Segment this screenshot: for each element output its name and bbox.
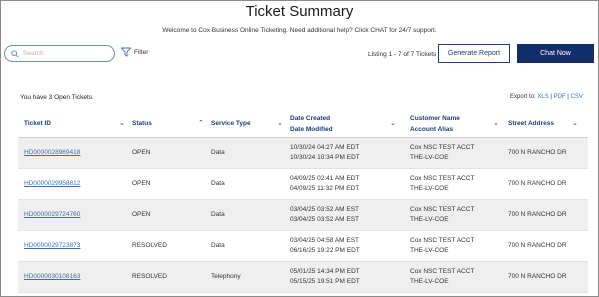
date-cell: 04/09/25 02:41 AM EDT 04/09/25 11:32 PM …: [290, 174, 359, 194]
table-row: HD0000029724760 OPEN Data 03/04/25 03:52…: [18, 200, 588, 231]
date-created-value: 10/30/24 04:27 AM EDT: [290, 144, 360, 151]
column-ticket-id-label: Ticket ID: [24, 120, 51, 127]
customer-name-value: Cox NSC TEST ACCT: [410, 237, 475, 244]
table-row: HD0000030108163 RESOLVED Telephony 05/01…: [18, 262, 588, 293]
search-box[interactable]: [4, 45, 115, 62]
customer-cell: Cox NSC TEST ACCT THE-LV-COE: [410, 236, 474, 256]
date-modified-value: 05/15/25 19:51 PM EDT: [290, 278, 360, 285]
status-cell: OPEN: [132, 180, 151, 187]
ticket-id-link[interactable]: HD0000029724760: [24, 210, 80, 220]
street-address-cell: 700 N RANCHO DR: [508, 211, 567, 218]
customer-name-value: Cox NSC TEST ACCT: [410, 206, 475, 213]
export-csv-link[interactable]: CSV: [571, 94, 583, 100]
filter-icon: [121, 47, 131, 57]
filter-button[interactable]: Filter: [121, 47, 148, 57]
ticket-id-link[interactable]: HD0000028969418: [24, 148, 80, 158]
date-modified-value: 10/30/24 10:34 PM EDT: [290, 154, 360, 161]
date-created-value: 05/01/25 14:34 PM EDT: [290, 268, 360, 275]
search-icon: [11, 49, 19, 58]
street-address-cell: 700 N RANCHO DR: [508, 273, 567, 280]
export-xls-link[interactable]: XLS: [537, 94, 548, 100]
street-address-cell: 700 N RANCHO DR: [508, 149, 567, 156]
listing-count: Listing 1 - 7 of 7 Tickets: [368, 51, 437, 58]
table-row: HD0000028969418 OPEN Data 10/30/24 04:27…: [18, 138, 588, 169]
chevron-up-icon[interactable]: ⌃: [198, 118, 204, 129]
account-alias-value: THE-LV-COE: [410, 247, 449, 254]
column-date-modified-label: Date Modified: [290, 126, 333, 133]
chat-now-button[interactable]: Chat Now: [517, 44, 594, 63]
column-street-address-label: Street Address: [508, 120, 554, 127]
customer-cell: Cox NSC TEST ACCT THE-LV-COE: [410, 205, 474, 225]
date-cell: 10/30/24 04:27 AM EDT 10/30/24 10:34 PM …: [290, 143, 360, 163]
ticket-id-link[interactable]: HD0000029723873: [24, 241, 80, 251]
generate-report-button[interactable]: Generate Report: [438, 44, 510, 63]
date-cell: 03/04/25 04:58 AM EST 06/16/25 19:22 PM …: [290, 236, 360, 256]
status-cell: OPEN: [132, 149, 151, 156]
export-separator: |: [550, 94, 552, 100]
date-cell: 03/04/25 03:52 AM EST 03/04/25 03:52 AM …: [290, 205, 359, 225]
search-input[interactable]: [23, 50, 113, 57]
status-cell: RESOLVED: [132, 242, 167, 249]
service-type-cell: Data: [211, 211, 225, 218]
ticket-id-link[interactable]: HD0000029958812: [24, 179, 80, 189]
date-created-value: 04/09/25 02:41 AM EDT: [290, 175, 360, 182]
chevron-down-icon[interactable]: ⌄: [572, 118, 578, 129]
account-alias-value: THE-LV-COE: [410, 154, 449, 161]
welcome-message: Welcome to Cox Business Online Ticketing…: [162, 27, 437, 34]
open-ticket-count: You have 3 Open Tickets.: [20, 94, 94, 101]
column-service-type-label: Service Type: [211, 120, 251, 127]
customer-name-value: Cox NSC TEST ACCT: [410, 144, 475, 151]
date-modified-value: 06/16/25 19:22 PM EDT: [290, 247, 360, 254]
service-type-cell: Telephony: [211, 273, 241, 280]
chevron-down-icon[interactable]: ⌄: [277, 118, 283, 129]
status-cell: RESOLVED: [132, 273, 167, 280]
column-status[interactable]: Status ⌃: [132, 118, 204, 129]
date-cell: 05/01/25 14:34 PM EDT 05/15/25 19:51 PM …: [290, 267, 360, 287]
column-customer-name-label: Customer Name: [410, 115, 460, 122]
ticket-table: Ticket ID ⌄ Status ⌃ Service Type ⌄ Date…: [18, 109, 588, 293]
column-account-alias-label: Account Alias: [410, 126, 454, 133]
date-created-value: 03/04/25 04:58 AM EST: [290, 237, 360, 244]
column-customer[interactable]: Customer Name Account Alias ⌄: [410, 113, 499, 135]
table-row: HD0000029723873 RESOLVED Data 03/04/25 0…: [18, 231, 588, 262]
account-alias-value: THE-LV-COE: [410, 278, 449, 285]
ticket-id-link[interactable]: HD0000030108163: [24, 272, 80, 282]
column-date[interactable]: Date Created Date Modified ⌄: [290, 113, 396, 135]
chevron-down-icon[interactable]: ⌄: [390, 118, 396, 129]
filter-label: Filter: [134, 48, 149, 56]
service-type-cell: Data: [211, 149, 225, 156]
account-alias-value: THE-LV-COE: [410, 216, 449, 223]
customer-cell: Cox NSC TEST ACCT THE-LV-COE: [410, 267, 474, 287]
column-ticket-id[interactable]: Ticket ID ⌄: [24, 118, 125, 129]
chevron-down-icon[interactable]: ⌄: [493, 118, 499, 129]
export-pdf-link[interactable]: PDF: [554, 94, 566, 100]
column-date-created-label: Date Created: [290, 115, 331, 122]
page-title: Ticket Summary: [245, 3, 354, 20]
customer-cell: Cox NSC TEST ACCT THE-LV-COE: [410, 174, 474, 194]
date-modified-value: 04/09/25 11:32 PM EDT: [290, 185, 360, 192]
status-cell: OPEN: [132, 211, 151, 218]
account-alias-value: THE-LV-COE: [410, 185, 449, 192]
date-modified-value: 03/04/25 03:52 AM EST: [290, 216, 360, 223]
export-separator: |: [567, 94, 569, 100]
street-address-cell: 700 N RANCHO DR: [508, 242, 567, 249]
chevron-down-icon[interactable]: ⌄: [119, 118, 125, 129]
customer-name-value: Cox NSC TEST ACCT: [410, 175, 475, 182]
table-row: HD0000029958812 OPEN Data 04/09/25 02:41…: [18, 169, 588, 200]
export-label: Export to:: [510, 94, 536, 100]
customer-cell: Cox NSC TEST ACCT THE-LV-COE: [410, 143, 474, 163]
column-status-label: Status: [132, 120, 152, 127]
customer-name-value: Cox NSC TEST ACCT: [410, 268, 475, 275]
street-address-cell: 700 N RANCHO DR: [508, 180, 567, 187]
table-header: Ticket ID ⌄ Status ⌃ Service Type ⌄ Date…: [18, 109, 588, 138]
column-service-type[interactable]: Service Type ⌄: [211, 118, 283, 129]
service-type-cell: Data: [211, 180, 225, 187]
date-created-value: 03/04/25 03:52 AM EST: [290, 206, 360, 213]
column-street-address[interactable]: Street Address ⌄: [508, 118, 578, 129]
export-links: Export to: XLS | PDF | CSV: [510, 94, 583, 100]
service-type-cell: Data: [211, 242, 225, 249]
